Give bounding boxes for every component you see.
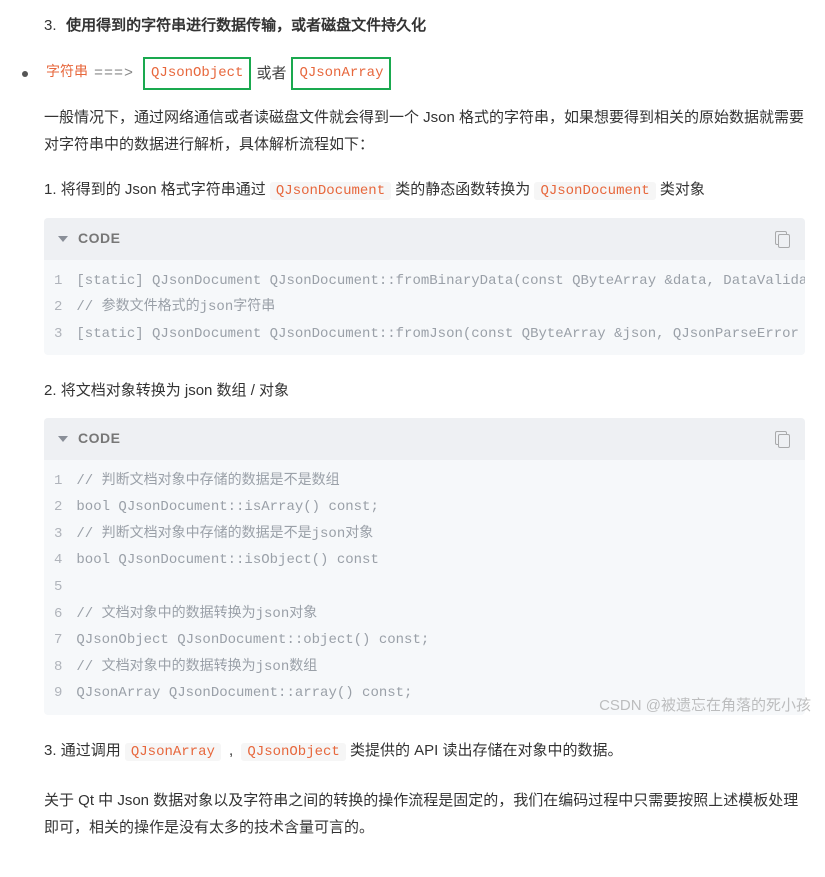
bullet-row: 字符串 ===> QJsonObject 或者 QJsonArray bbox=[22, 57, 805, 90]
or-label: 或者 bbox=[256, 60, 286, 87]
inline-code-qjsonobject: QJsonObject bbox=[241, 743, 345, 761]
step1-post: 类对象 bbox=[656, 181, 705, 198]
code-line: [static] QJsonDocument QJsonDocument::fr… bbox=[76, 273, 805, 289]
step-3: 通过调用 QJsonArray , QJsonObject 类提供的 API 读… bbox=[44, 737, 805, 765]
code-block-1: CODE 1 2 3 [static] QJsonDocument QJsonD… bbox=[44, 218, 805, 355]
step1-mid: 类的静态函数转换为 bbox=[391, 181, 534, 198]
comma: , bbox=[225, 742, 238, 759]
inline-code-qjsondocument: QJsonDocument bbox=[270, 182, 391, 200]
closing-paragraph: 关于 Qt 中 Json 数据对象以及字符串之间的转换的操作流程是固定的，我们在… bbox=[44, 787, 805, 841]
code-line: QJsonArray QJsonDocument::array() const; bbox=[76, 685, 412, 701]
boxed-qjsonarray: QJsonArray bbox=[291, 57, 391, 90]
preceding-list-item: 3. 使用得到的字符串进行数据传输，或者磁盘文件持久化 bbox=[44, 12, 805, 39]
code-line: [static] QJsonDocument QJsonDocument::fr… bbox=[76, 326, 805, 342]
code-title: CODE bbox=[78, 426, 120, 451]
chevron-down-icon bbox=[58, 436, 68, 442]
intro-paragraph: 一般情况下，通过网络通信或者读磁盘文件就会得到一个 Json 格式的字符串，如果… bbox=[44, 104, 805, 158]
arrow: ===> bbox=[94, 60, 134, 87]
code-body: 1 2 3 [static] QJsonDocument QJsonDocume… bbox=[44, 260, 805, 356]
inline-code-qjsonarray: QJsonArray bbox=[125, 743, 221, 761]
code-line: bool QJsonDocument::isArray() const; bbox=[76, 499, 378, 515]
line-numbers: 1 2 3 bbox=[44, 268, 76, 348]
list-number: 3. bbox=[44, 12, 62, 39]
copy-icon[interactable] bbox=[775, 231, 791, 247]
step3-post: 类提供的 API 读出存储在对象中的数据。 bbox=[346, 742, 623, 759]
code-line: bool QJsonDocument::isObject() const bbox=[76, 552, 378, 568]
code-line: // 判断文档对象中存储的数据是不是数组 bbox=[76, 473, 339, 489]
code-block-2: CODE 1 2 3 4 5 6 7 8 9 // 判断文档对象中存储的数据是不… bbox=[44, 418, 805, 715]
code-line: // 参数文件格式的json字符串 bbox=[76, 299, 275, 315]
code-header[interactable]: CODE bbox=[44, 218, 805, 259]
step1-pre: 将得到的 Json 格式字符串通过 bbox=[61, 181, 270, 198]
boxed-qjsonobject: QJsonObject bbox=[143, 57, 251, 90]
steps-list: 将得到的 Json 格式字符串通过 QJsonDocument 类的静态函数转换… bbox=[44, 176, 805, 765]
list-text: 使用得到的字符串进行数据传输，或者磁盘文件持久化 bbox=[66, 17, 426, 34]
code-line: // 文档对象中的数据转换为json对象 bbox=[76, 606, 317, 622]
code-title: CODE bbox=[78, 226, 120, 251]
step-1: 将得到的 Json 格式字符串通过 QJsonDocument 类的静态函数转换… bbox=[44, 176, 805, 355]
bullet-icon bbox=[22, 71, 28, 77]
chevron-down-icon bbox=[58, 236, 68, 242]
code-line: // 文档对象中的数据转换为json数组 bbox=[76, 659, 317, 675]
string-label: 字符串 bbox=[46, 61, 88, 86]
code-line: QJsonObject QJsonDocument::object() cons… bbox=[76, 632, 429, 648]
step-2: 将文档对象转换为 json 数组 / 对象 CODE 1 2 3 4 5 6 7… bbox=[44, 377, 805, 715]
inline-code-qjsondocument-2: QJsonDocument bbox=[534, 182, 655, 200]
step3-pre: 通过调用 bbox=[61, 742, 125, 759]
code-line: // 判断文档对象中存储的数据是不是json对象 bbox=[76, 526, 373, 542]
code-header[interactable]: CODE bbox=[44, 418, 805, 459]
copy-icon[interactable] bbox=[775, 431, 791, 447]
code-lines: [static] QJsonDocument QJsonDocument::fr… bbox=[76, 268, 805, 348]
step2-text: 将文档对象转换为 json 数组 / 对象 bbox=[61, 382, 289, 399]
code-body: 1 2 3 4 5 6 7 8 9 // 判断文档对象中存储的数据是不是数组 b… bbox=[44, 460, 805, 715]
code-lines: // 判断文档对象中存储的数据是不是数组 bool QJsonDocument:… bbox=[76, 468, 805, 707]
line-numbers: 1 2 3 4 5 6 7 8 9 bbox=[44, 468, 76, 707]
